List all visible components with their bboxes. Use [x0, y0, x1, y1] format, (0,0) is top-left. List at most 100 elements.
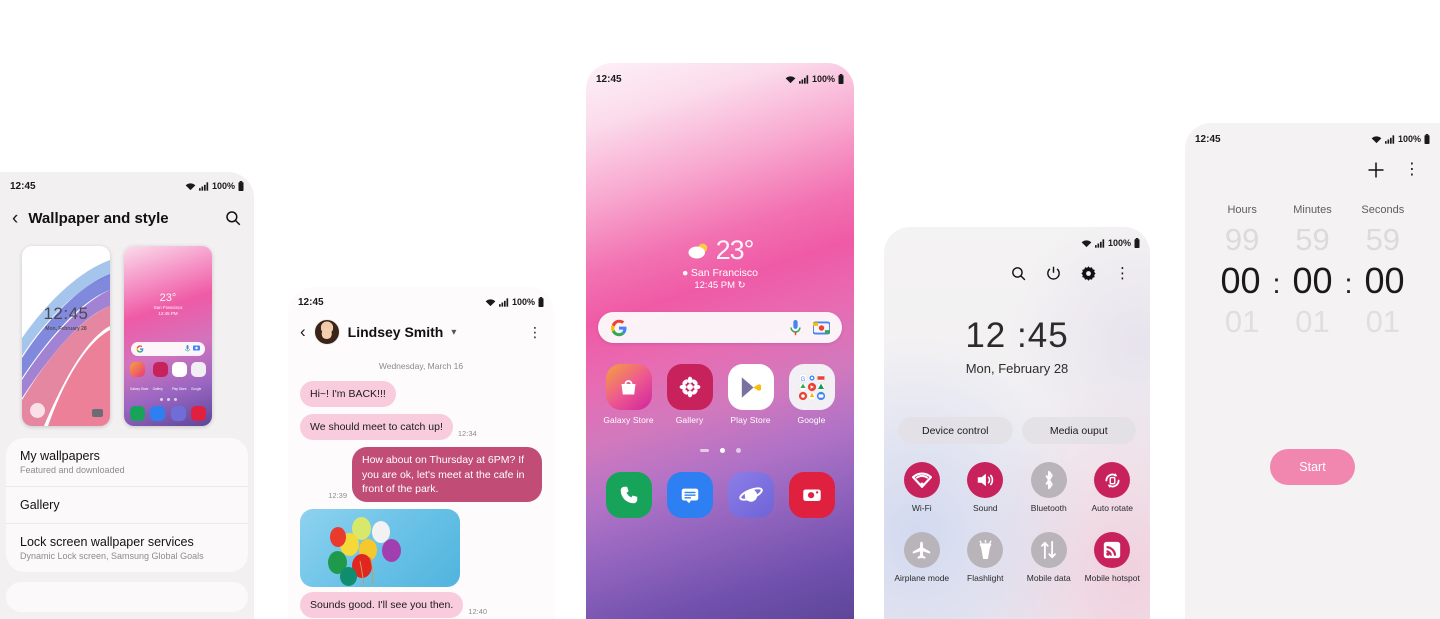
battery-percent: 100%	[811, 74, 835, 84]
lock-screen-preview[interactable]: 12:45 Mon, February 28	[22, 246, 110, 426]
status-icons: 100%	[185, 181, 244, 191]
preview-temp: 23°	[159, 292, 177, 304]
kebab-menu-icon[interactable]: ⋮	[1115, 266, 1130, 281]
tile-auto-rotate[interactable]: Auto rotate	[1083, 462, 1141, 516]
app-label: Google	[797, 415, 826, 425]
tile-label: Sound	[972, 503, 998, 513]
message-image-balloons[interactable]	[300, 508, 460, 587]
tile-flashlight[interactable]: Flashlight	[956, 532, 1014, 586]
battery-icon	[238, 181, 244, 191]
samsung-internet-icon[interactable]	[727, 472, 774, 518]
message-bubble[interactable]: We should meet to catch up!	[300, 414, 453, 441]
google-search-bar[interactable]	[598, 312, 842, 343]
google-g-icon	[611, 319, 627, 336]
panel-messages-conversation: 12:45 100% ‹ Lindsey Smith ▾ ⋮ Wednesday…	[288, 287, 554, 619]
media-output-button[interactable]: Media ouput	[1021, 417, 1136, 444]
minutes-above: 59	[1295, 222, 1330, 257]
preview-weather: 23° San Francisco 12:45 PM	[124, 292, 212, 316]
next-card-partial[interactable]	[6, 582, 248, 612]
tile-bluetooth[interactable]: Bluetooth	[1020, 462, 1078, 516]
tile-sound[interactable]: Sound	[956, 462, 1014, 516]
messages-icon[interactable]	[666, 472, 713, 518]
bluetooth-icon	[1030, 462, 1067, 498]
option-gallery[interactable]: Gallery	[6, 486, 248, 523]
page-dot[interactable]	[699, 449, 709, 452]
header-minutes: Minutes	[1293, 204, 1332, 216]
page-indicator[interactable]	[586, 448, 854, 453]
message-row: We should meet to catch up! 12:34	[300, 414, 542, 441]
power-icon[interactable]	[1045, 265, 1062, 282]
seconds-current: 00	[1364, 260, 1405, 301]
seconds-above: 59	[1365, 222, 1401, 257]
phone-icon[interactable]	[605, 472, 652, 518]
app-folder-google[interactable]: G Google	[785, 364, 839, 428]
message-bubble[interactable]: How about on Thursday at 6PM? If you are…	[352, 447, 542, 502]
app-galaxy-store[interactable]: Galaxy Store	[602, 364, 656, 428]
page-dot[interactable]	[735, 448, 741, 453]
page-dot-active[interactable]	[719, 448, 725, 453]
app-gallery[interactable]: Gallery	[663, 364, 717, 428]
tile-wifi[interactable]: Wi-Fi	[893, 462, 951, 516]
start-button[interactable]: Start	[1270, 449, 1355, 485]
search-icon[interactable]	[224, 209, 242, 227]
weather-widget[interactable]: 23° ●️ San Francisco 12:45 PM ↻	[586, 235, 854, 291]
panel-timer: 12:45 100% ⋮ Hours Minutes Seconds 99 59…	[1185, 123, 1440, 619]
message-bubble[interactable]: Sounds good. I'll see you then.	[300, 591, 464, 619]
timer-values-current[interactable]: 00 : 00 : 00	[1185, 260, 1440, 302]
tile-label: Mobile hotspot	[1084, 573, 1140, 583]
timer-column-headers: Hours Minutes Seconds	[1185, 204, 1440, 216]
preview-page-dots	[124, 398, 212, 401]
weather-time: 12:45 PM ↻	[694, 280, 746, 291]
google-lens-icon[interactable]	[813, 321, 830, 335]
battery-percent: 100%	[511, 297, 535, 307]
tile-airplane-mode[interactable]: Airplane mode	[893, 532, 951, 586]
wallpaper-art	[22, 260, 110, 426]
preview-app-row: Galaxy Store Gallery Play Store Google	[130, 362, 206, 395]
quick-panel-pills: Device control Media ouput	[884, 417, 1150, 444]
option-title: Lock screen wallpaper services	[20, 535, 194, 549]
camera-icon[interactable]	[788, 472, 835, 518]
device-control-button[interactable]: Device control	[898, 417, 1013, 444]
message-bubble[interactable]: Hi~! I'm BACK!!!	[300, 381, 396, 408]
battery-icon	[1424, 134, 1430, 144]
avatar[interactable]	[313, 319, 340, 345]
app-play-store[interactable]: Play Store	[724, 364, 778, 428]
status-icons: 100%	[785, 74, 844, 84]
option-title: Gallery	[20, 498, 60, 512]
panel-wallpaper-and-style: 12:45 100% ‹ Wallpaper and style 12:45 M…	[0, 172, 254, 619]
tile-label: Auto rotate	[1091, 503, 1134, 513]
separator: :	[1344, 268, 1353, 299]
tile-mobile-hotspot[interactable]: Mobile hotspot	[1083, 532, 1141, 586]
status-time: 12:45	[298, 296, 324, 308]
kebab-menu-icon[interactable]: ⋮	[528, 325, 542, 339]
gear-icon[interactable]	[1080, 265, 1097, 282]
search-icon[interactable]	[1010, 265, 1027, 282]
microphone-icon[interactable]	[790, 319, 801, 336]
status-icons: 100%	[1371, 134, 1430, 144]
tile-mobile-data[interactable]: Mobile data	[1020, 532, 1078, 586]
partly-cloudy-icon	[688, 243, 707, 258]
minutes-below: 01	[1295, 304, 1330, 339]
quick-panel-clock[interactable]: 12 :45 Mon, February 28	[884, 316, 1150, 376]
day-divider: Wednesday, March 16	[378, 361, 464, 371]
svg-text:G: G	[800, 377, 805, 383]
back-arrow-icon[interactable]: ‹	[12, 209, 18, 228]
minutes-current: 00	[1292, 260, 1333, 301]
chevron-down-icon[interactable]: ▾	[451, 327, 456, 338]
kebab-menu-icon[interactable]: ⋮	[1404, 162, 1420, 178]
timer-values-above[interactable]: 99 59 59	[1185, 216, 1440, 258]
battery-icon	[1134, 238, 1140, 248]
message-time: 12:39	[328, 490, 347, 500]
status-icons: 100%	[485, 297, 544, 307]
home-screen-preview[interactable]: 23° San Francisco 12:45 PM Galaxy Store …	[124, 246, 212, 426]
option-lock-screen-wallpaper-services[interactable]: Lock screen wallpaper services Dynamic L…	[6, 523, 248, 572]
plus-icon[interactable]	[1366, 160, 1386, 180]
app-label: Gallery	[675, 415, 704, 425]
timer-values-below[interactable]: 01 01 01	[1185, 302, 1440, 340]
signal-icon	[498, 297, 509, 307]
status-bar: 12:45 100%	[586, 63, 854, 89]
back-arrow-icon[interactable]: ‹	[300, 322, 306, 342]
option-my-wallpapers[interactable]: My wallpapers Featured and downloaded	[6, 438, 248, 486]
app-label: Play Store	[730, 415, 771, 425]
microphone-icon	[185, 345, 190, 352]
